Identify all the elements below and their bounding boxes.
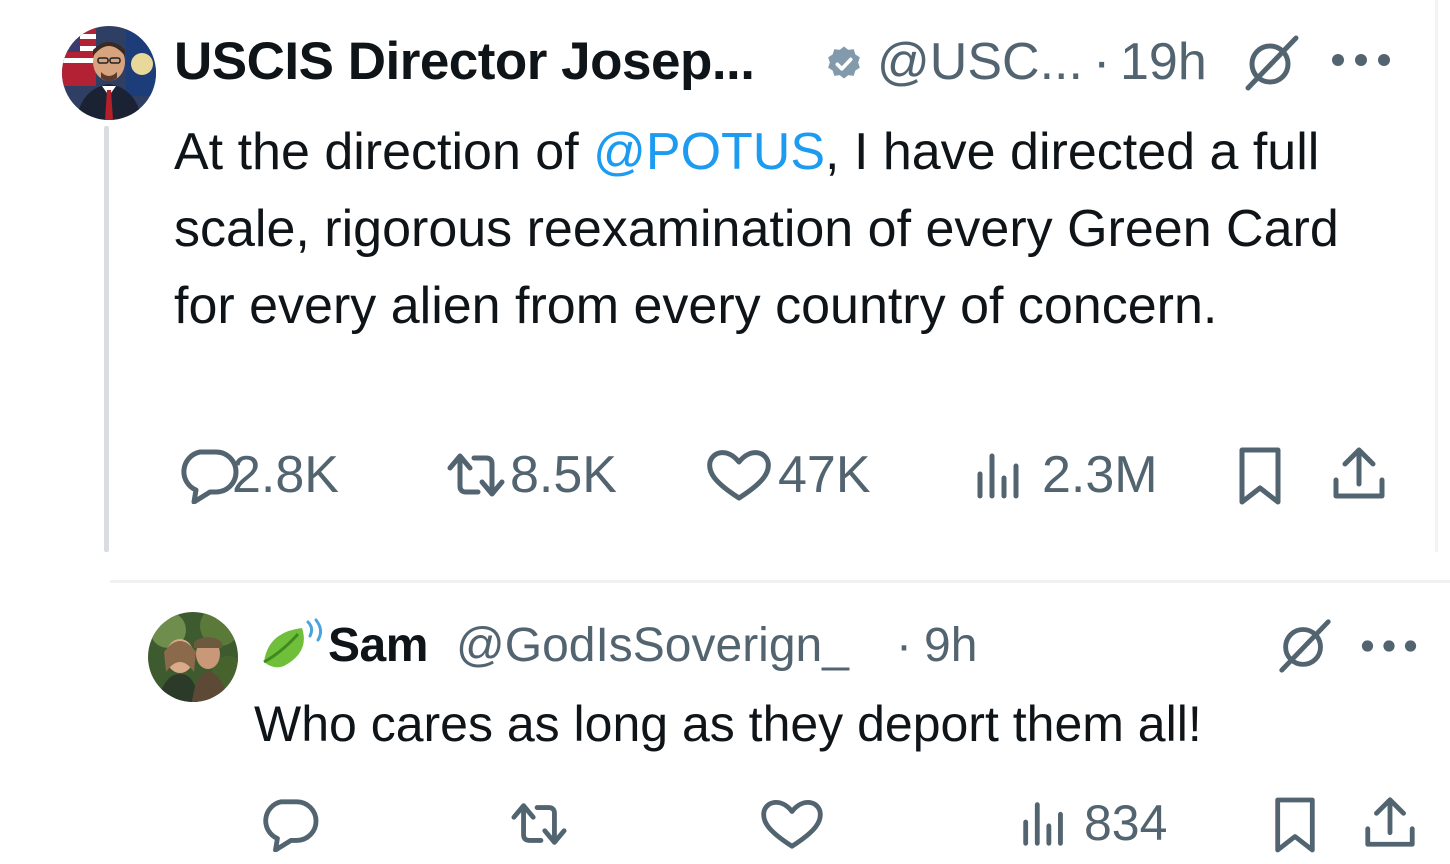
thread-line (104, 126, 109, 552)
reply-post-time[interactable]: 9h (924, 616, 977, 676)
like-button[interactable]: 47K (704, 444, 871, 506)
share-icon[interactable] (1328, 444, 1390, 509)
reply-views-count: 834 (1084, 795, 1168, 851)
reply-more-icon[interactable] (1360, 638, 1418, 659)
reply-views-button[interactable]: 834 (1016, 792, 1167, 854)
leaf-emoji-icon (258, 618, 328, 679)
reply-author-avatar[interactable] (148, 612, 238, 702)
reply-like-icon[interactable] (758, 796, 826, 857)
reply-tweet[interactable]: Sam @GodIsSoverign_ · 9h Who cares as lo… (110, 584, 1450, 864)
reply-text: Who cares as long as they deport them al… (254, 696, 1202, 752)
repost-button[interactable]: 8.5K (438, 444, 617, 506)
like-icon (704, 446, 774, 504)
tweet-text: At the direction of @POTUS, I have direc… (174, 114, 1374, 345)
reply-author-handle[interactable]: @GodIsSoverign_ (456, 616, 849, 676)
reply-icon (176, 446, 240, 504)
reply-bookmark-icon[interactable] (1270, 796, 1320, 859)
post-time[interactable]: 19h (1120, 30, 1207, 94)
author-name[interactable]: USCIS Director Josep... (174, 30, 755, 94)
reply-repost-icon[interactable] (502, 796, 576, 857)
reply-share-icon[interactable] (1360, 794, 1420, 857)
grok-icon[interactable] (1238, 30, 1306, 99)
views-count: 2.3M (1042, 446, 1158, 504)
repost-count: 8.5K (510, 446, 617, 504)
verified-badge-icon (824, 44, 864, 89)
views-button[interactable]: 2.3M (970, 444, 1158, 506)
repost-icon (438, 446, 514, 504)
separator-dot: · (1093, 33, 1111, 91)
reply-reply-icon[interactable] (258, 796, 320, 857)
reply-count: 2.8K (232, 446, 339, 504)
reply-grok-icon[interactable] (1272, 614, 1338, 681)
reply-views-icon (1016, 795, 1074, 851)
author-handle[interactable]: @USC... (877, 30, 1083, 94)
views-icon (970, 446, 1030, 504)
like-count: 47K (778, 446, 871, 504)
reply-author-name[interactable]: Sam (328, 616, 428, 676)
card-edge (1435, 0, 1438, 552)
author-avatar[interactable] (62, 26, 156, 120)
mention-link[interactable]: @POTUS (593, 123, 825, 181)
bookmark-icon[interactable] (1234, 446, 1286, 511)
more-icon[interactable] (1330, 52, 1392, 73)
text-before: At the direction of (174, 123, 594, 181)
reply-separator-dot: · (896, 619, 912, 672)
main-tweet[interactable]: USCIS Director Josep... @USC... · 19h At… (0, 0, 1438, 552)
reply-button[interactable]: 2.8K (176, 444, 339, 506)
tweet-divider (110, 580, 1450, 583)
